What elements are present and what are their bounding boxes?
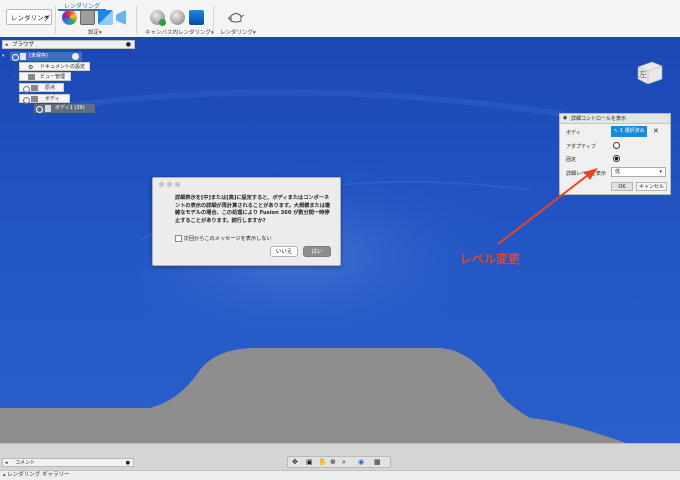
viewcube[interactable]: 左 [634, 59, 664, 85]
confirm-dialog: 詳細表示を[中]または[高]に設定すると、ボディまたはコンポーネントの表示の詳細… [152, 177, 341, 266]
document-icon [20, 53, 26, 60]
canvas-render-group-label[interactable]: キャンバス内レンダリング▾ [145, 28, 214, 36]
display-settings-icon[interactable]: ◉ [358, 458, 364, 466]
tree-item-bodies[interactable]: ▾ ボディ [15, 94, 70, 104]
chevron-right-icon[interactable]: ▸ [15, 63, 18, 72]
chevron-right-icon[interactable]: ▸ [15, 84, 18, 93]
dont-show-checkbox-row[interactable]: 次回からこのメッセージを表示しない [175, 235, 272, 242]
panel-title: 詳細コントロールを表示 [571, 116, 627, 122]
tree-item-origin[interactable]: ▸ 原点 [15, 83, 64, 93]
expand-icon[interactable]: ◂ [5, 459, 8, 467]
chevron-down-icon[interactable]: ▾ [15, 95, 18, 104]
browser-panel-header[interactable]: ◂ ブラウザ ● [2, 40, 135, 49]
folder-icon [31, 85, 38, 91]
fixed-radio[interactable] [613, 155, 620, 162]
adaptive-radio[interactable] [613, 142, 620, 149]
chevron-right-icon[interactable]: ▸ [15, 73, 18, 82]
expand-icon[interactable]: ▴ [3, 472, 6, 478]
tree-item-label: ボディ [45, 96, 60, 102]
yes-button[interactable]: はい [303, 246, 331, 257]
capture-image-icon[interactable] [189, 10, 204, 25]
browser-title: ブラウザ [12, 42, 35, 48]
render-teapot-icon[interactable] [228, 10, 245, 24]
viewcube-face-label: 左 [639, 70, 647, 79]
no-button[interactable]: いいえ [270, 246, 298, 257]
body-label: ボディ [566, 130, 581, 136]
play-icon [159, 19, 166, 26]
tree-root-item[interactable]: ▾ (未保存) [2, 52, 82, 61]
panel-header: ◉ 詳細コントロールを表示 [560, 114, 670, 124]
render-gallery-label: レンダリング ギャラリー [7, 472, 70, 478]
comments-label: コメント [15, 460, 36, 466]
toolbar-divider [136, 6, 137, 34]
adaptive-label: アダプティブ [566, 144, 596, 150]
navigation-bar: ✥ ▣ ✋ ⊕ ⌕ ◉ ▦ [287, 456, 391, 468]
window-close-icon[interactable] [159, 182, 164, 187]
tree-item-label: 原点 [45, 85, 56, 91]
tree-item-body1[interactable]: ボディ1 (39) [34, 104, 95, 113]
dont-show-checkbox[interactable] [175, 235, 182, 242]
grid-settings-icon[interactable]: ▦ [374, 458, 381, 466]
tree-root-label: (未保存) [29, 53, 48, 59]
dialog-message: 詳細表示を[中]または[高]に設定すると、ボディまたはコンポーネントの表示の詳細… [175, 195, 331, 224]
folder-icon [31, 96, 38, 102]
cancel-button[interactable]: キャンセル [636, 182, 667, 191]
cursor-icon: ↖ [614, 128, 619, 134]
gear-icon: ⚙ [28, 64, 34, 71]
ok-button[interactable]: OK [611, 182, 633, 191]
body-icon [45, 105, 51, 112]
pin-icon[interactable]: ● [126, 41, 131, 49]
render-group-label[interactable]: レンダリング▾ [220, 28, 256, 36]
annotation-arrow [497, 168, 598, 245]
window-zoom-icon[interactable] [175, 182, 180, 187]
add-comment-icon[interactable]: ● [126, 459, 130, 467]
toolbar-divider [55, 6, 56, 34]
workspace-switcher[interactable]: レンダリング ▾ [6, 9, 52, 25]
tree-item-named-views[interactable]: ▸ ビュー管理 [15, 72, 71, 81]
settings-group-label[interactable]: 設定▾ [88, 28, 102, 36]
appearance-icon[interactable] [62, 10, 77, 25]
eye-icon[interactable] [23, 97, 30, 104]
pan-icon[interactable]: ✋ [318, 458, 327, 466]
main-toolbar: レンダリング ▾ レンダリング 設定▾ キャンバス内レンダリング▾ レンダリング… [0, 0, 680, 38]
clear-selection-icon[interactable]: ✕ [653, 127, 659, 135]
collapse-icon[interactable]: ◉ [563, 115, 567, 121]
tree-item-label: ドキュメントの設定 [40, 64, 86, 70]
chevron-down-icon: ▾ [659, 169, 662, 175]
eye-icon[interactable] [12, 54, 19, 61]
chevron-down-icon[interactable]: ▾ [2, 52, 5, 61]
decal-icon[interactable] [116, 10, 126, 25]
texture-map-icon[interactable] [98, 10, 113, 25]
zoom-icon[interactable]: ⊕ [330, 458, 336, 466]
workspace-label: レンダリング [11, 14, 50, 22]
tree-item-label: ボディ1 (39) [55, 105, 85, 111]
eye-icon[interactable] [23, 86, 30, 93]
tree-item-label: ビュー管理 [40, 74, 66, 80]
folder-icon [28, 74, 35, 80]
body-selection-button[interactable]: ↖ 1 選択済み [611, 126, 647, 137]
collapse-triangle-icon[interactable]: ◂ [5, 41, 8, 49]
annotation-text: レベル変更 [460, 252, 521, 266]
dont-show-label: 次回からこのメッセージを表示しない [183, 236, 272, 242]
comments-panel[interactable]: ◂ コメント ● [2, 458, 134, 467]
zoom-window-icon[interactable]: ⌕ [342, 458, 346, 467]
render-settings-sphere-icon[interactable] [170, 10, 185, 25]
bottom-bar: ◂ コメント ● ✥ ▣ ✋ ⊕ ⌕ ◉ ▦ [0, 443, 680, 471]
activate-radio-icon[interactable] [72, 53, 79, 60]
detail-level-select[interactable]: 低 ▾ [611, 167, 666, 177]
tree-item-doc-settings[interactable]: ▸ ⚙ ドキュメントの設定 [15, 62, 90, 71]
orbit-icon[interactable]: ✥ [292, 458, 298, 466]
scene-settings-icon[interactable] [80, 10, 95, 25]
look-at-icon[interactable]: ▣ [306, 458, 313, 466]
toolbar-divider [213, 6, 214, 34]
eye-icon[interactable] [36, 106, 43, 113]
window-minimize-icon[interactable] [167, 182, 172, 187]
chevron-down-icon: ▾ [45, 15, 48, 21]
